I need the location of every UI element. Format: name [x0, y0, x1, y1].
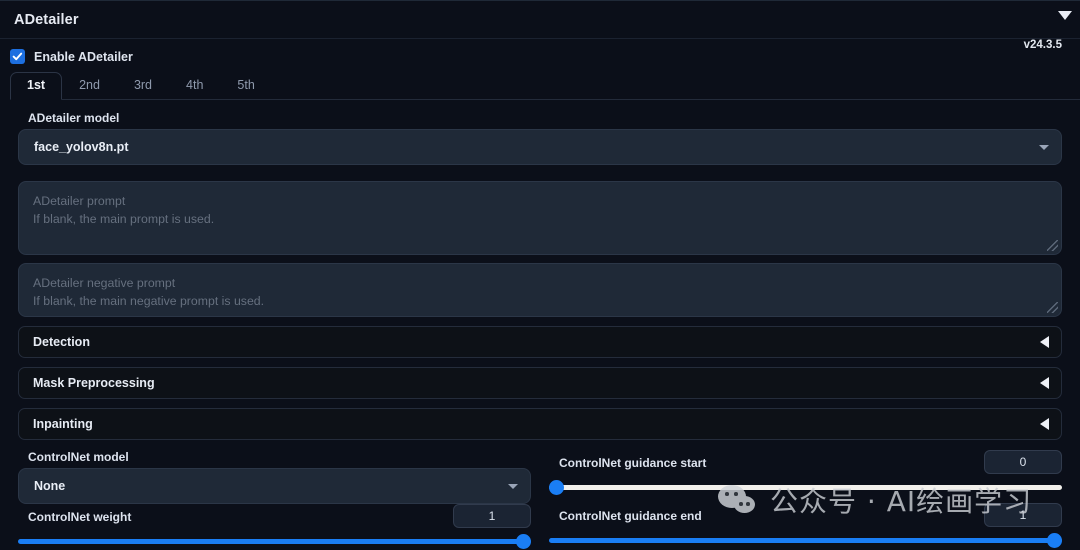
- adetailer-model-label: ADetailer model: [28, 111, 120, 125]
- controlnet-model-value: None: [34, 479, 66, 493]
- adetailer-model-select[interactable]: face_yolov8n.pt: [18, 129, 1062, 165]
- chevron-left-icon[interactable]: [1040, 377, 1049, 389]
- tab-2nd[interactable]: 2nd: [62, 72, 117, 99]
- controlnet-guidance-end-slider-thumb[interactable]: [1047, 532, 1062, 548]
- resize-grip-icon[interactable]: [1047, 302, 1058, 313]
- accordion-inpainting[interactable]: Inpainting: [18, 408, 1062, 440]
- controlnet-guidance-start-header: ControlNet guidance start 0: [559, 450, 1062, 476]
- chevron-down-icon[interactable]: [1039, 145, 1049, 150]
- enable-adetailer-row[interactable]: Enable ADetailer: [0, 39, 1080, 70]
- adetailer-negative-prompt-placeholder-hint: If blank, the main negative prompt is us…: [33, 294, 265, 308]
- controlnet-weight-slider-track: [18, 538, 531, 544]
- controlnet-section: ControlNet model None ControlNet weight …: [18, 450, 1062, 549]
- adetailer-prompt-placeholder-hint: If blank, the main prompt is used.: [33, 212, 215, 226]
- version-label: v24.3.5: [1023, 39, 1062, 51]
- model-slot-tabs: 1st 2nd 3rd 4th 5th: [10, 72, 1080, 100]
- controlnet-guidance-end-slider[interactable]: [549, 532, 1062, 548]
- controlnet-guidance-start-slider[interactable]: [549, 479, 1062, 495]
- controlnet-guidance-start-label: ControlNet guidance start: [559, 456, 707, 470]
- controlnet-weight-slider[interactable]: [18, 533, 531, 549]
- adetailer-panel: ADetailer v24.3.5 Enable ADetailer 1st 2…: [0, 0, 1080, 550]
- tab-1st[interactable]: 1st: [10, 72, 63, 100]
- adetailer-negative-prompt-placeholder-title: ADetailer negative prompt: [33, 276, 176, 290]
- controlnet-guidance-end-number-input[interactable]: 1: [984, 503, 1062, 527]
- page-title: ADetailer: [14, 11, 79, 28]
- accordion-detection-title: Detection: [33, 335, 90, 349]
- chevron-down-icon[interactable]: [1058, 11, 1072, 20]
- controlnet-guidance-end-label: ControlNet guidance end: [559, 509, 702, 523]
- accordion-mask-preprocessing[interactable]: Mask Preprocessing: [18, 367, 1062, 399]
- enable-adetailer-label: Enable ADetailer: [34, 49, 133, 64]
- controlnet-model-label: ControlNet model: [28, 450, 129, 464]
- tab-4th[interactable]: 4th: [169, 72, 220, 99]
- controlnet-model-select[interactable]: None: [18, 468, 531, 504]
- controlnet-guidance-start-number-input[interactable]: 0: [984, 450, 1062, 474]
- checkmark-icon: [12, 52, 23, 61]
- controlnet-guidance-start-slider-track: [549, 484, 1062, 490]
- controlnet-guidance-end-slider-track: [549, 537, 1062, 543]
- panel-body: ADetailer model face_yolov8n.pt ADetaile…: [0, 100, 1080, 549]
- controlnet-weight-header: ControlNet weight 1: [28, 504, 531, 530]
- adetailer-negative-prompt-input[interactable]: ADetailer negative prompt If blank, the …: [18, 263, 1062, 317]
- controlnet-left-column: ControlNet model None ControlNet weight …: [18, 450, 531, 549]
- accordion-mask-preprocessing-title: Mask Preprocessing: [33, 376, 155, 390]
- adetailer-prompt-placeholder-title: ADetailer prompt: [33, 194, 126, 208]
- tab-3rd[interactable]: 3rd: [117, 72, 169, 99]
- controlnet-guidance-end-header: ControlNet guidance end 1: [559, 503, 1062, 529]
- controlnet-weight-label: ControlNet weight: [28, 510, 132, 524]
- tab-5th[interactable]: 5th: [220, 72, 271, 99]
- accordion-inpainting-title: Inpainting: [33, 417, 93, 431]
- panel-header: ADetailer: [0, 1, 1080, 39]
- chevron-down-icon[interactable]: [508, 484, 518, 489]
- enable-adetailer-checkbox[interactable]: [10, 49, 25, 64]
- adetailer-model-value: face_yolov8n.pt: [34, 140, 129, 154]
- controlnet-weight-slider-thumb[interactable]: [516, 533, 531, 549]
- controlnet-guidance-start-slider-thumb[interactable]: [549, 479, 564, 495]
- chevron-left-icon[interactable]: [1040, 418, 1049, 430]
- controlnet-right-column: ControlNet guidance start 0 ControlNet g…: [549, 450, 1062, 549]
- adetailer-prompt-input[interactable]: ADetailer prompt If blank, the main prom…: [18, 181, 1062, 255]
- resize-grip-icon[interactable]: [1047, 240, 1058, 251]
- chevron-left-icon[interactable]: [1040, 336, 1049, 348]
- controlnet-weight-number-input[interactable]: 1: [453, 504, 531, 528]
- accordion-detection[interactable]: Detection: [18, 326, 1062, 358]
